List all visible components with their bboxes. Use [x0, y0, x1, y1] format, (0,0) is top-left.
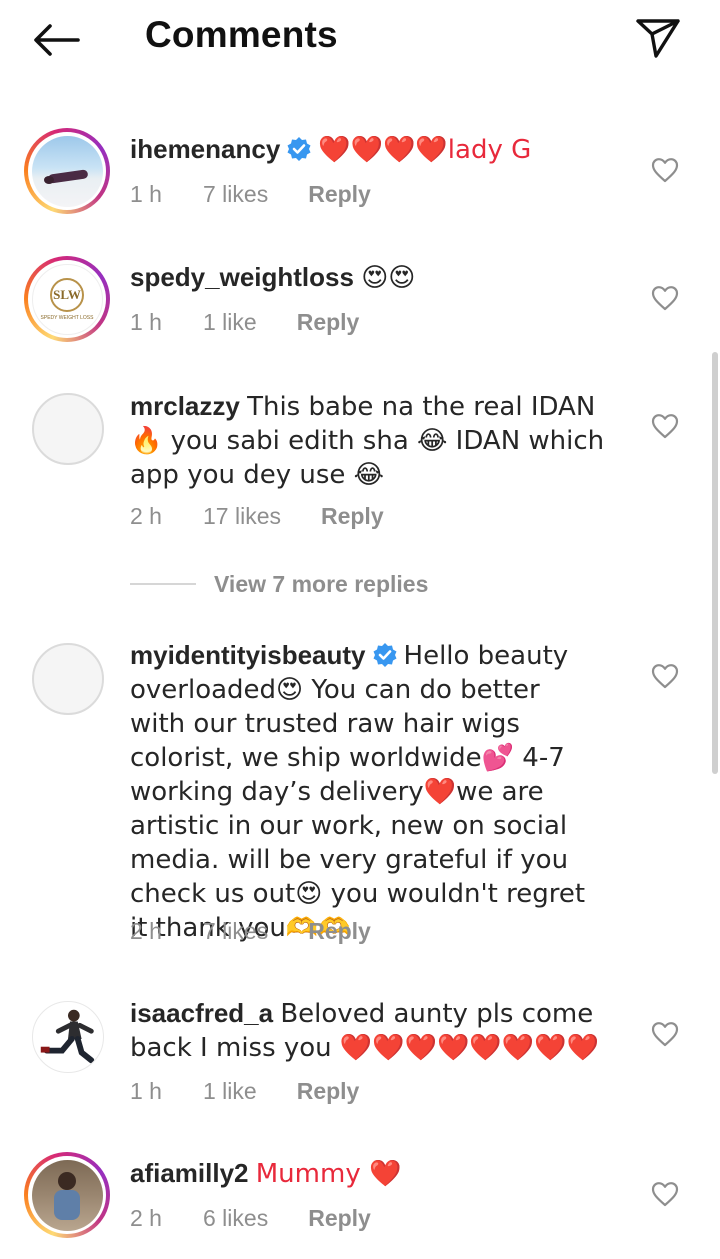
page-title: Comments	[145, 14, 338, 55]
view-more-replies[interactable]: View 7 more replies	[130, 568, 428, 600]
comment-likes[interactable]: 7 likes	[203, 918, 268, 945]
comment-username[interactable]: ihemenancy	[130, 134, 280, 164]
comment-time: 1 h	[130, 309, 162, 335]
comment-text: ihemenancy ❤️❤️❤️❤️lady G	[130, 133, 630, 167]
comment-meta: 2 h 17 likes Reply	[130, 503, 384, 530]
comment-meta: 2 h 6 likes Reply	[130, 1205, 371, 1232]
comment-body: Mummy ❤️	[255, 1159, 402, 1189]
comment-username[interactable]: myidentityisbeauty	[130, 640, 366, 670]
comment-time: 1 h	[130, 1078, 162, 1104]
reply-button[interactable]: Reply	[297, 309, 360, 336]
comment-username[interactable]: isaacfred_a	[130, 998, 273, 1028]
comment-time: 1 h	[130, 181, 162, 207]
avatar[interactable]: SLW SPEDY WEIGHT LOSS	[24, 256, 110, 342]
comment-likes[interactable]: 17 likes	[203, 503, 281, 530]
comment-time: 2 h	[130, 918, 162, 944]
comment-likes[interactable]: 7 likes	[203, 181, 268, 208]
comment-body: ❤️❤️❤️❤️lady G	[318, 135, 532, 165]
comment-likes[interactable]: 1 like	[203, 309, 257, 336]
reply-button[interactable]: Reply	[321, 503, 384, 530]
comment-text: spedy_weightloss 😍😍	[130, 261, 630, 295]
heart-outline-icon[interactable]	[651, 663, 679, 689]
avatar[interactable]	[32, 643, 104, 715]
reply-button[interactable]: Reply	[308, 181, 371, 208]
reply-button[interactable]: Reply	[308, 918, 371, 945]
comment-body: Hello beauty overloaded😍 You can do bett…	[130, 641, 586, 943]
comment-text: myidentityisbeauty Hello beauty overloade…	[130, 639, 600, 945]
avatar[interactable]	[24, 128, 110, 214]
comment-likes[interactable]: 6 likes	[203, 1205, 268, 1232]
scrollbar[interactable]	[712, 352, 718, 774]
avatar-logo: SLW	[50, 277, 84, 312]
comment-username[interactable]: spedy_weightloss	[130, 262, 354, 292]
comment-username[interactable]: mrclazzy	[130, 391, 240, 421]
comment-meta: 1 h 7 likes Reply	[130, 181, 371, 208]
avatar-logo-caption: SPEDY WEIGHT LOSS	[40, 314, 94, 321]
comment-text: isaacfred_a Beloved aunty pls come back …	[130, 997, 630, 1065]
comment-meta: 1 h 1 like Reply	[130, 309, 359, 336]
heart-outline-icon[interactable]	[651, 285, 679, 311]
avatar[interactable]	[32, 393, 104, 465]
comment-time: 2 h	[130, 503, 162, 529]
comment-meta: 2 h 7 likes Reply	[130, 918, 371, 945]
divider	[130, 583, 196, 585]
heart-outline-icon[interactable]	[651, 157, 679, 183]
comment-text: afiamilly2 Mummy ❤️	[130, 1157, 630, 1191]
heart-outline-icon[interactable]	[651, 413, 679, 439]
comments-screen: Comments ihemenancy ❤️❤️❤️❤️lady G 1 h 7 …	[0, 0, 720, 1259]
share-button[interactable]	[630, 14, 686, 62]
avatar[interactable]	[32, 1001, 104, 1073]
heart-outline-icon[interactable]	[651, 1021, 679, 1047]
view-more-label[interactable]: View 7 more replies	[214, 571, 428, 598]
reply-button[interactable]: Reply	[297, 1078, 360, 1105]
comment-username[interactable]: afiamilly2	[130, 1158, 249, 1188]
avatar-image	[40, 1009, 95, 1064]
back-arrow-icon	[34, 24, 80, 56]
verified-icon	[287, 137, 311, 161]
comment-text: mrclazzy This babe na the real IDAN 🔥 yo…	[130, 390, 630, 492]
comment-body: 😍😍	[361, 263, 416, 293]
comment-time: 2 h	[130, 1205, 162, 1231]
heart-outline-icon[interactable]	[651, 1181, 679, 1207]
verified-icon	[373, 643, 397, 667]
avatar[interactable]	[24, 1152, 110, 1238]
reply-button[interactable]: Reply	[308, 1205, 371, 1232]
back-button[interactable]	[28, 18, 84, 62]
comment-meta: 1 h 1 like Reply	[130, 1078, 359, 1105]
header: Comments	[0, 0, 720, 78]
comment-likes[interactable]: 1 like	[203, 1078, 257, 1105]
send-icon	[636, 19, 680, 58]
